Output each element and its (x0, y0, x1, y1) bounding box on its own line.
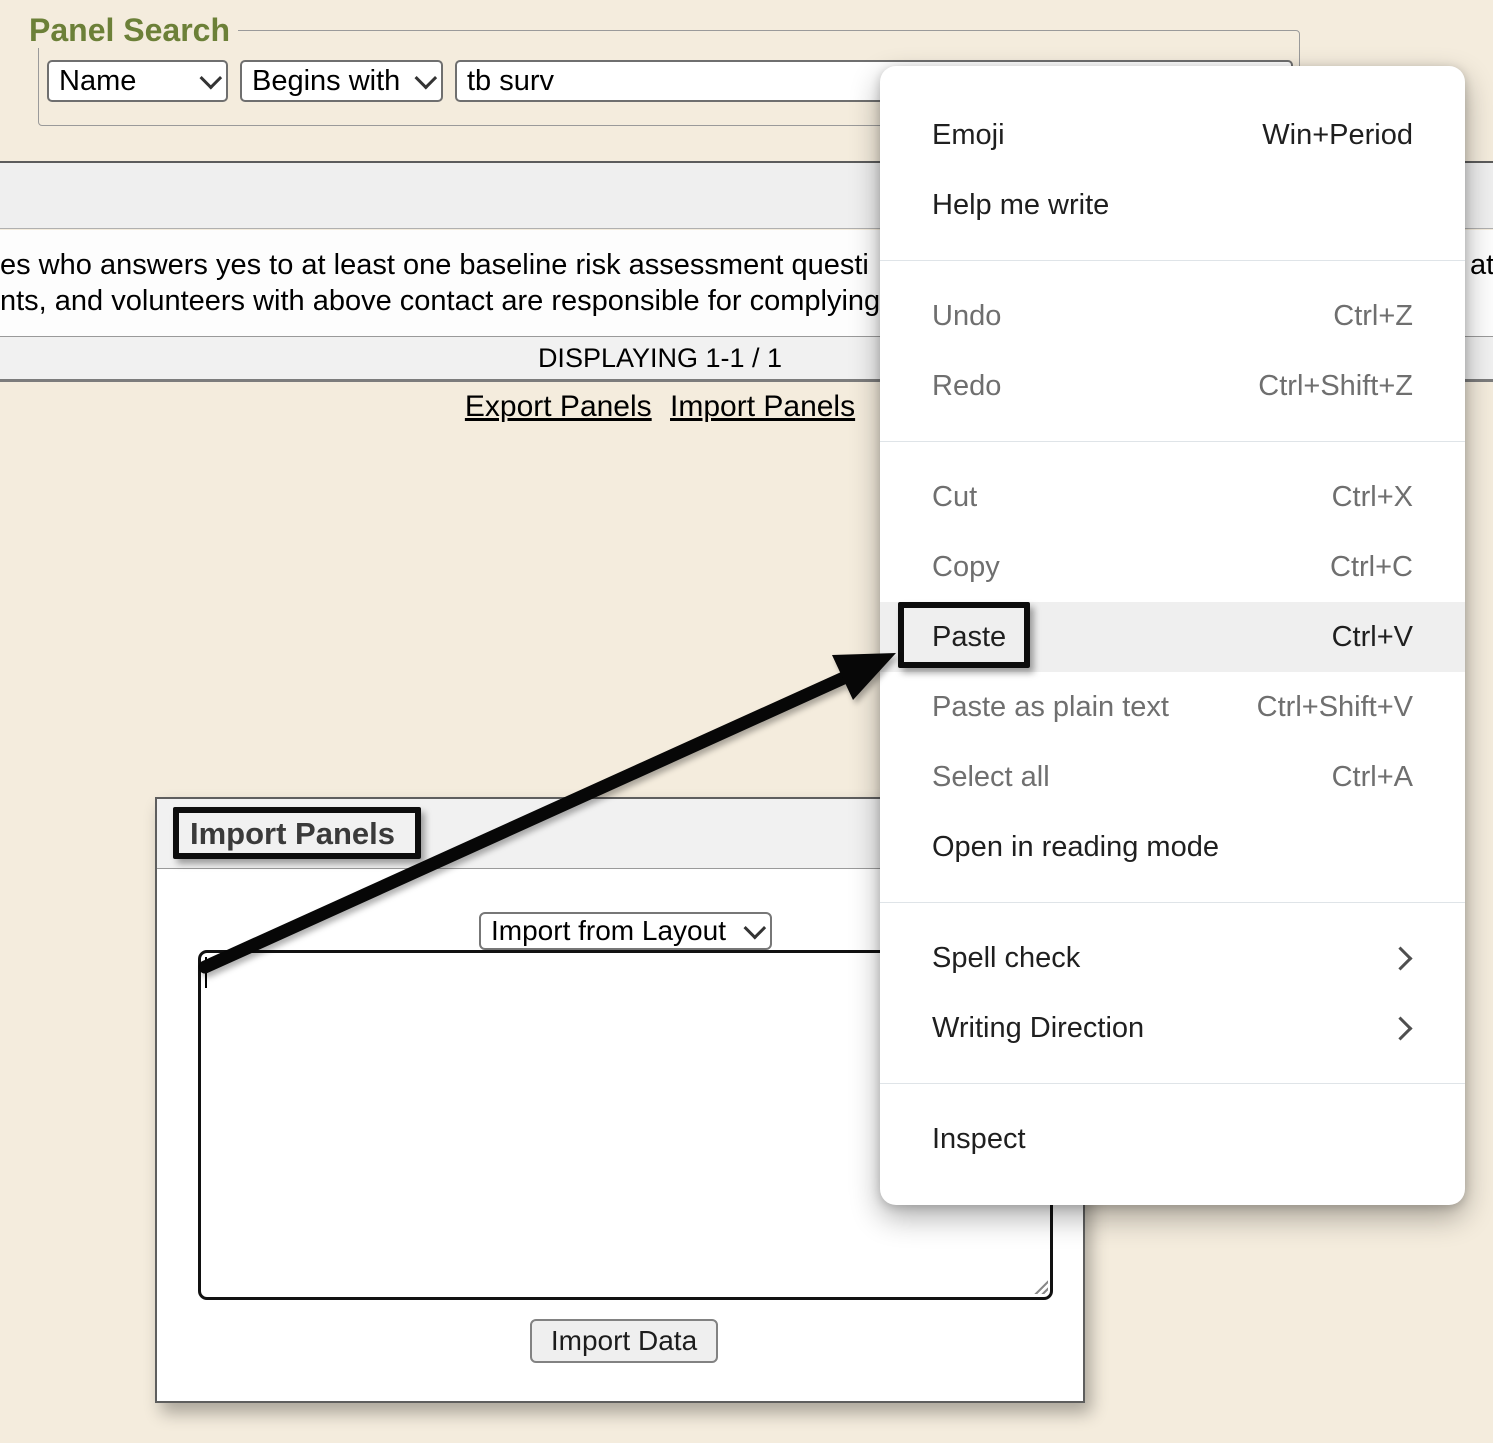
import-panels-link[interactable]: Import Panels (670, 390, 855, 423)
context-menu: Emoji Win+Period Help me write Undo Ctrl… (880, 66, 1465, 1205)
submenu-chevron-right-icon (1388, 1016, 1412, 1040)
menu-item-inspect[interactable]: Inspect (880, 1104, 1465, 1174)
menu-separator (880, 260, 1465, 261)
menu-item-select-all: Select all Ctrl+A (880, 742, 1465, 812)
menu-item-paste-as-plain-text: Paste as plain text Ctrl+Shift+V (880, 672, 1465, 742)
submenu-chevron-right-icon (1388, 946, 1412, 970)
menu-item-label: Emoji (932, 119, 1005, 152)
menu-item-paste[interactable]: Paste Ctrl+V (880, 602, 1465, 672)
chevron-down-icon (200, 67, 223, 90)
chevron-down-icon (415, 67, 438, 90)
row-text-right-fragment: at (1470, 247, 1493, 283)
search-field-select-value: Name (59, 65, 136, 98)
menu-item-shortcut: Ctrl+V (1332, 621, 1413, 654)
menu-item-label: Copy (932, 551, 1000, 584)
import-layout-select[interactable]: Import from Layout (479, 912, 772, 950)
search-field-select[interactable]: Name (47, 60, 228, 102)
menu-separator (880, 441, 1465, 442)
menu-item-label: Cut (932, 481, 977, 514)
menu-item-shortcut: Ctrl+Shift+Z (1258, 370, 1413, 403)
search-operator-select-value: Begins with (252, 65, 400, 98)
menu-item-emoji[interactable]: Emoji Win+Period (880, 100, 1465, 170)
search-operator-select[interactable]: Begins with (240, 60, 443, 102)
menu-separator (880, 902, 1465, 903)
menu-item-spell-check[interactable]: Spell check (880, 923, 1465, 993)
menu-item-label: Inspect (932, 1123, 1026, 1156)
menu-item-shortcut: Ctrl+Z (1333, 300, 1413, 333)
menu-item-label: Paste (932, 621, 1006, 654)
export-panels-link[interactable]: Export Panels (465, 390, 652, 423)
menu-item-shortcut: Ctrl+Shift+V (1257, 691, 1413, 724)
menu-separator (880, 1083, 1465, 1084)
menu-item-undo: Undo Ctrl+Z (880, 281, 1465, 351)
menu-item-shortcut: Ctrl+X (1332, 481, 1413, 514)
menu-item-shortcut: Ctrl+A (1332, 761, 1413, 794)
chevron-down-icon (743, 917, 766, 940)
text-cursor (205, 957, 207, 988)
menu-item-label: Paste as plain text (932, 691, 1169, 724)
menu-item-shortcut: Ctrl+C (1330, 551, 1413, 584)
import-data-button[interactable]: Import Data (530, 1319, 718, 1363)
menu-item-writing-direction[interactable]: Writing Direction (880, 993, 1465, 1063)
menu-item-label: Select all (932, 761, 1050, 794)
menu-item-redo: Redo Ctrl+Shift+Z (880, 351, 1465, 421)
import-dialog-title: Import Panels (190, 816, 395, 852)
row-text-line1: es who answers yes to at least one basel… (0, 247, 869, 283)
menu-item-cut: Cut Ctrl+X (880, 462, 1465, 532)
menu-item-label: Undo (932, 300, 1001, 333)
panel-search-legend: Panel Search (29, 13, 238, 48)
import-layout-select-value: Import from Layout (491, 915, 726, 947)
menu-item-label: Writing Direction (932, 1012, 1144, 1045)
menu-item-label: Spell check (932, 942, 1080, 975)
menu-item-open-in-reading-mode[interactable]: Open in reading mode (880, 812, 1465, 882)
menu-item-shortcut: Win+Period (1262, 119, 1413, 152)
menu-item-label: Redo (932, 370, 1001, 403)
menu-item-copy: Copy Ctrl+C (880, 532, 1465, 602)
menu-item-label: Open in reading mode (932, 831, 1219, 864)
menu-item-help-me-write[interactable]: Help me write (880, 170, 1465, 240)
menu-item-label: Help me write (932, 189, 1109, 222)
row-text-line2: nts, and volunteers with above contact a… (0, 283, 880, 319)
